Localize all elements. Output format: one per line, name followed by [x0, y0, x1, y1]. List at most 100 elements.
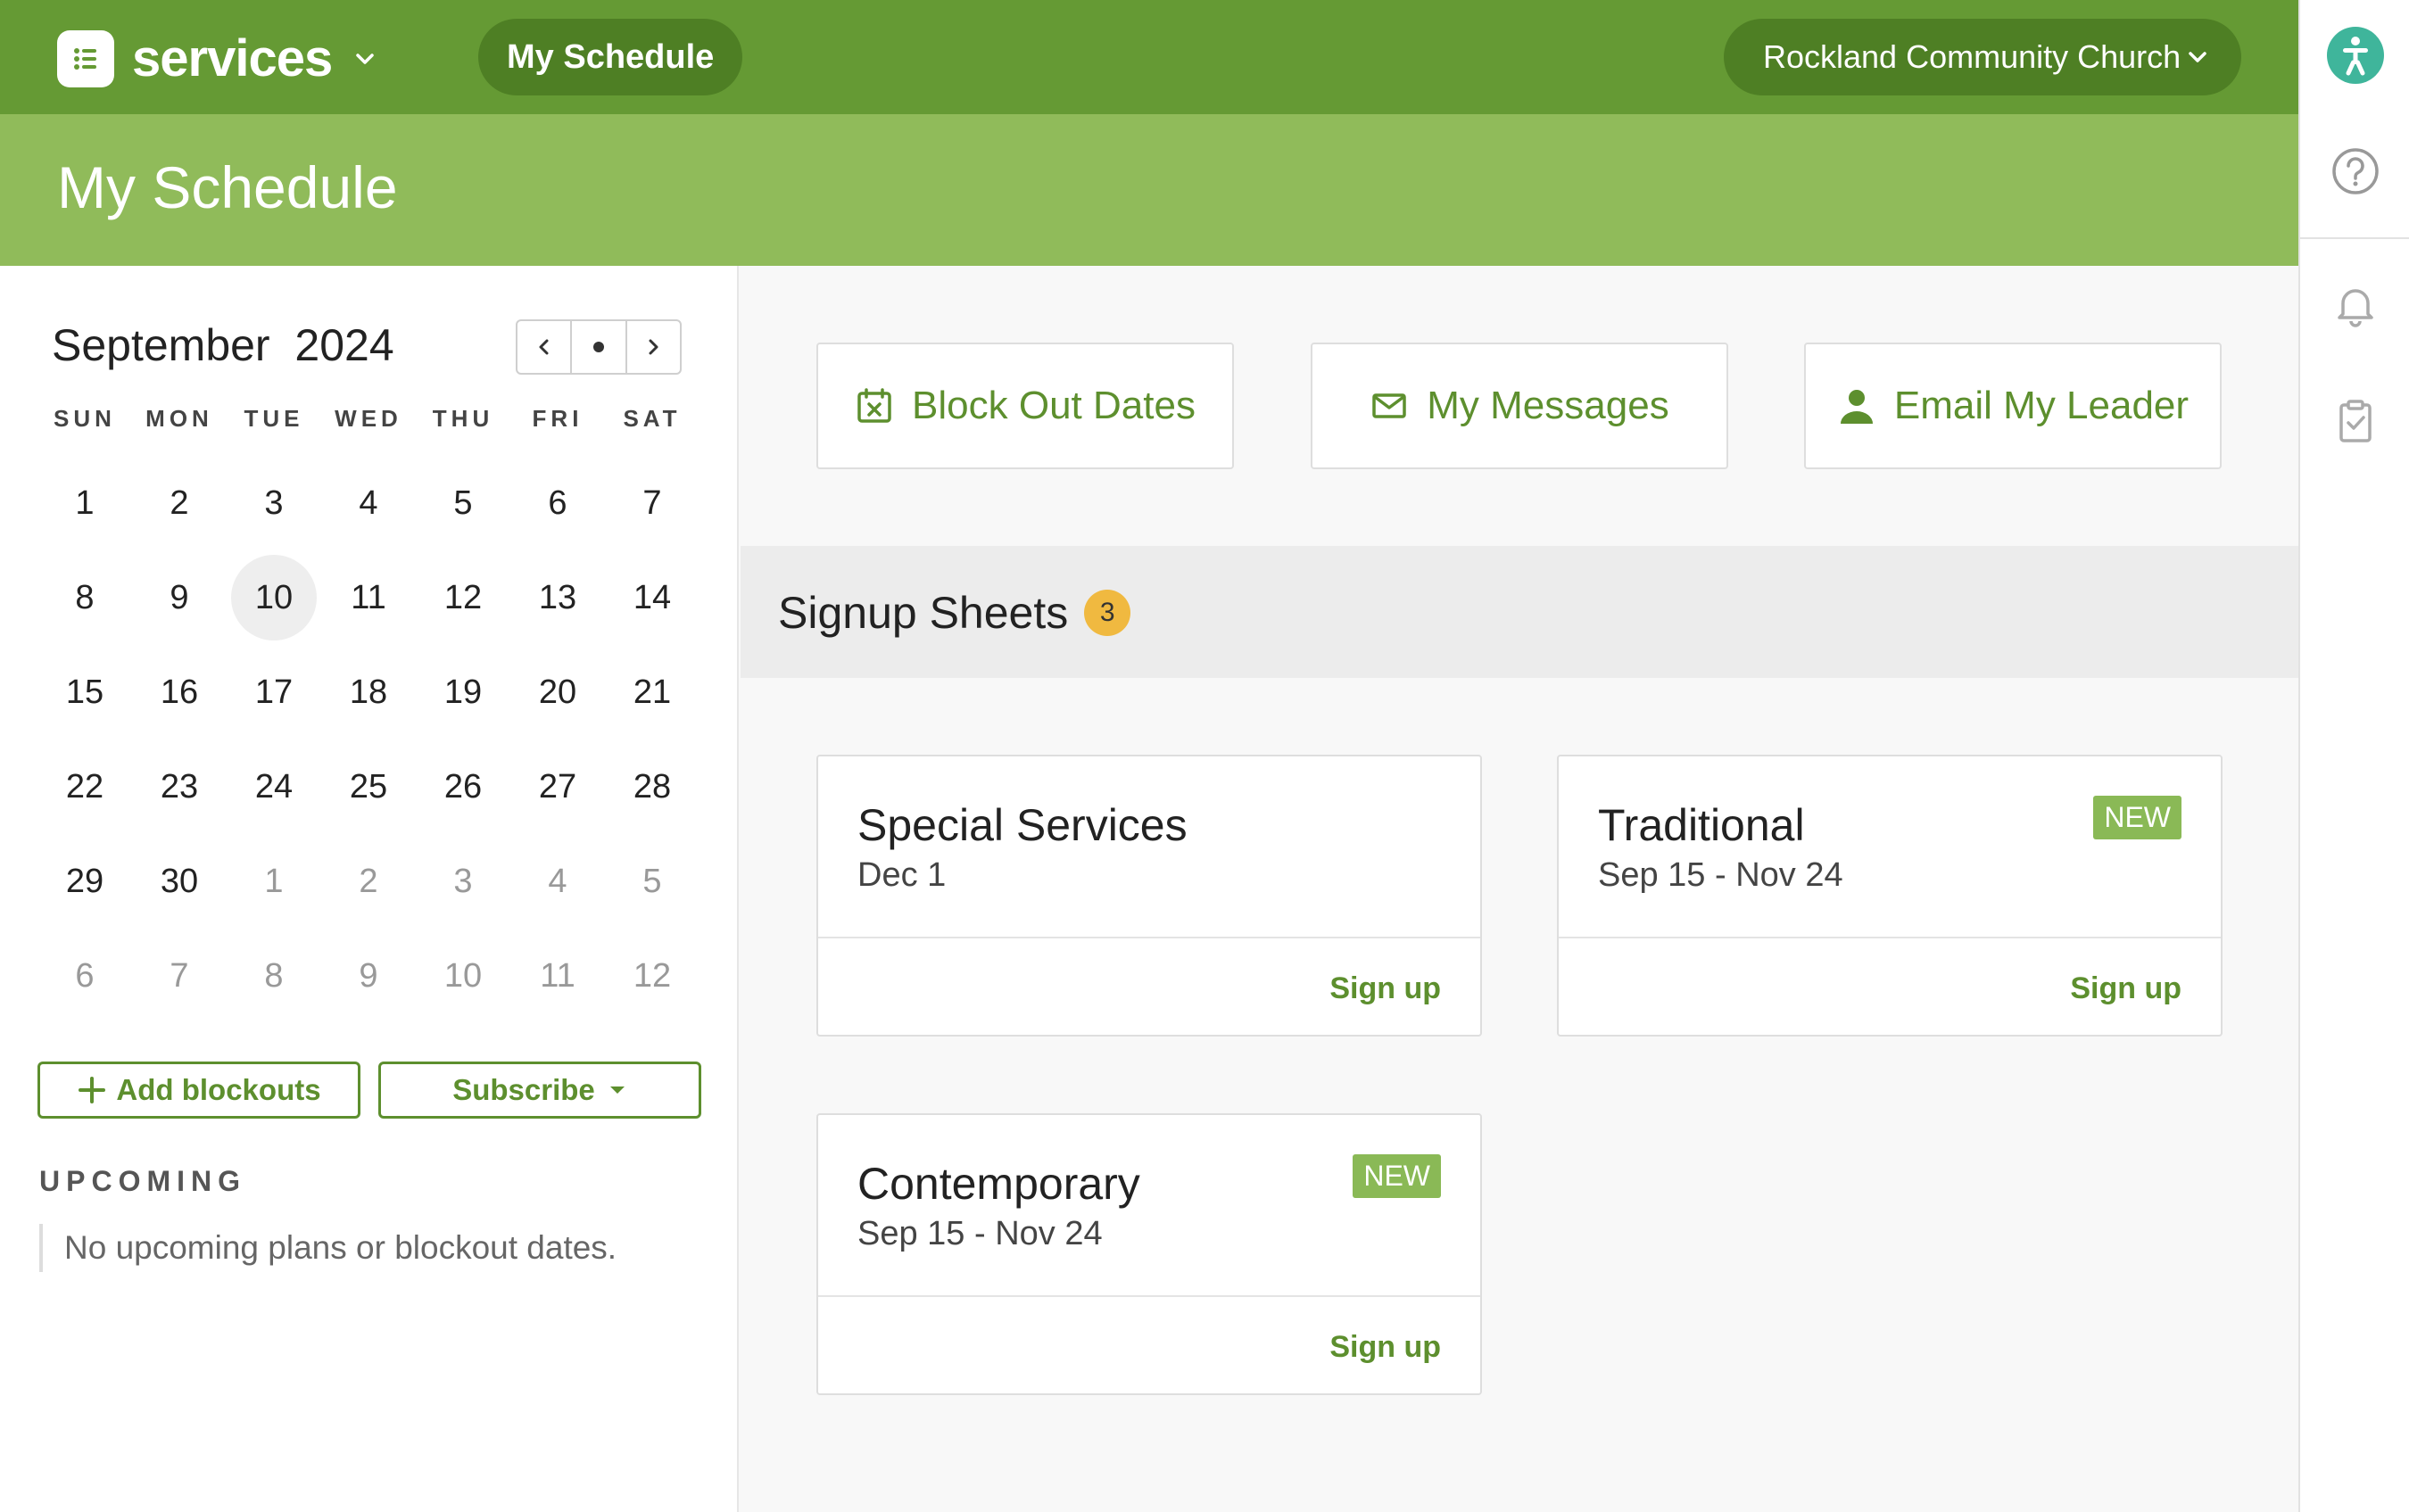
calendar-day[interactable]: 3: [231, 460, 317, 546]
weekday-label: SAT: [623, 405, 682, 432]
page-header: My Schedule: [0, 114, 2298, 266]
calendar-day[interactable]: 10: [420, 933, 506, 1019]
organization-switcher[interactable]: Rockland Community Church: [1724, 19, 2241, 95]
upcoming-empty-message: No upcoming plans or blockout dates.: [39, 1224, 617, 1272]
upcoming-heading: UPCOMING: [39, 1165, 246, 1197]
sign-up-link[interactable]: Sign up: [1329, 1330, 1441, 1365]
plus-icon: [79, 1077, 106, 1103]
my-messages-button[interactable]: My Messages: [1311, 343, 1728, 469]
envelope-icon: [1372, 393, 1407, 418]
calendar-day[interactable]: 8: [231, 933, 317, 1019]
calendar-x-icon: [857, 388, 891, 423]
signup-card: Special Services Dec 1 Sign up: [816, 755, 1482, 1037]
calendar-day[interactable]: 27: [515, 744, 600, 830]
calendar-day[interactable]: 16: [137, 649, 222, 735]
calendar-navigation: [516, 319, 682, 375]
add-blockouts-label: Add blockouts: [116, 1073, 321, 1106]
signup-card-title: Special Services: [857, 800, 1188, 850]
next-month-button[interactable]: [627, 321, 680, 373]
calendar-day[interactable]: 11: [326, 555, 411, 640]
calendar-day[interactable]: 7: [137, 933, 222, 1019]
clipboard-check-icon[interactable]: [2327, 392, 2384, 450]
calendar-day[interactable]: 7: [609, 460, 695, 546]
chevron-down-icon: [356, 53, 374, 64]
calendar-day[interactable]: 11: [515, 933, 600, 1019]
person-icon[interactable]: [2327, 27, 2384, 84]
help-icon[interactable]: [2327, 143, 2384, 200]
new-badge: NEW: [1353, 1154, 1441, 1198]
signup-sheets-title: Signup Sheets 3: [778, 587, 1131, 639]
calendar-day[interactable]: 2: [137, 460, 222, 546]
calendar-day[interactable]: 12: [420, 555, 506, 640]
previous-month-button[interactable]: [517, 321, 573, 373]
signup-count-badge: 3: [1084, 590, 1131, 636]
weekday-label: SUN: [54, 405, 116, 432]
sign-up-link[interactable]: Sign up: [1329, 971, 1441, 1006]
weekday-label: THU: [432, 405, 494, 432]
email-my-leader-button[interactable]: Email My Leader: [1804, 343, 2222, 469]
calendar-day[interactable]: 19: [420, 649, 506, 735]
calendar-day[interactable]: 6: [515, 460, 600, 546]
calendar-day[interactable]: 30: [137, 839, 222, 924]
subscribe-label: Subscribe: [452, 1073, 595, 1106]
page-title: My Schedule: [57, 154, 398, 220]
right-rail: [2298, 0, 2409, 1512]
calendar-year: 2024: [294, 320, 394, 370]
calendar-day[interactable]: 23: [137, 744, 222, 830]
calendar-day[interactable]: 5: [609, 839, 695, 924]
tab-my-schedule[interactable]: My Schedule: [478, 19, 743, 95]
signup-card-dates: Sep 15 - Nov 24: [857, 1215, 1103, 1252]
calendar-day[interactable]: 13: [515, 555, 600, 640]
calendar-day[interactable]: 29: [42, 839, 128, 924]
weekday-label: TUE: [244, 405, 304, 432]
today-button[interactable]: [572, 321, 627, 373]
calendar-day[interactable]: 1: [42, 460, 128, 546]
calendar-day[interactable]: 22: [42, 744, 128, 830]
organization-name: Rockland Community Church: [1763, 38, 2181, 75]
calendar-day[interactable]: 17: [231, 649, 317, 735]
calendar-day[interactable]: 28: [609, 744, 695, 830]
top-navbar: services My Schedule Rockland Community …: [0, 0, 2298, 114]
calendar-day[interactable]: 6: [42, 933, 128, 1019]
calendar-day[interactable]: 14: [609, 555, 695, 640]
block-out-dates-label: Block Out Dates: [912, 384, 1196, 427]
signup-card-title: Contemporary: [857, 1159, 1140, 1209]
calendar-day[interactable]: 15: [42, 649, 128, 735]
signup-sheets-header: Signup Sheets 3: [741, 546, 2298, 678]
calendar-day[interactable]: 26: [420, 744, 506, 830]
weekday-label: WED: [335, 405, 402, 432]
dot-icon: [592, 342, 604, 352]
calendar-day[interactable]: 20: [515, 649, 600, 735]
calendar-day[interactable]: 3: [420, 839, 506, 924]
calendar-day[interactable]: 25: [326, 744, 411, 830]
calendar-day[interactable]: 9: [137, 555, 222, 640]
calendar-day[interactable]: 2: [326, 839, 411, 924]
signup-card: Contemporary Sep 15 - Nov 24 NEW Sign up: [816, 1113, 1482, 1395]
signup-card: Traditional Sep 15 - Nov 24 NEW Sign up: [1557, 755, 2223, 1037]
calendar-day[interactable]: 4: [515, 839, 600, 924]
bell-icon[interactable]: [2327, 277, 2384, 334]
calendar-day[interactable]: 10: [231, 555, 317, 640]
calendar-day[interactable]: 1: [231, 839, 317, 924]
services-logo-icon: [57, 29, 114, 87]
rail-divider: [2300, 237, 2409, 239]
email-my-leader-label: Email My Leader: [1893, 384, 2190, 427]
subscribe-button[interactable]: Subscribe: [378, 1062, 701, 1119]
sign-up-link[interactable]: Sign up: [2070, 971, 2181, 1006]
app-switcher[interactable]: services: [57, 29, 378, 88]
signup-card-header: Traditional Sep 15 - Nov 24 NEW: [1559, 756, 2221, 938]
calendar-day[interactable]: 24: [231, 744, 317, 830]
my-messages-label: My Messages: [1427, 384, 1669, 427]
block-out-dates-button[interactable]: Block Out Dates: [816, 343, 1234, 469]
signup-card-header: Contemporary Sep 15 - Nov 24 NEW: [818, 1115, 1480, 1297]
calendar-day[interactable]: 5: [420, 460, 506, 546]
calendar-day[interactable]: 4: [326, 460, 411, 546]
signup-card-title: Traditional: [1598, 800, 1805, 850]
calendar-day[interactable]: 9: [326, 933, 411, 1019]
calendar-day[interactable]: 12: [609, 933, 695, 1019]
signup-card-dates: Sep 15 - Nov 24: [1598, 856, 1843, 894]
calendar-day[interactable]: 18: [326, 649, 411, 735]
add-blockouts-button[interactable]: Add blockouts: [37, 1062, 360, 1119]
calendar-day[interactable]: 8: [42, 555, 128, 640]
calendar-day[interactable]: 21: [609, 649, 695, 735]
